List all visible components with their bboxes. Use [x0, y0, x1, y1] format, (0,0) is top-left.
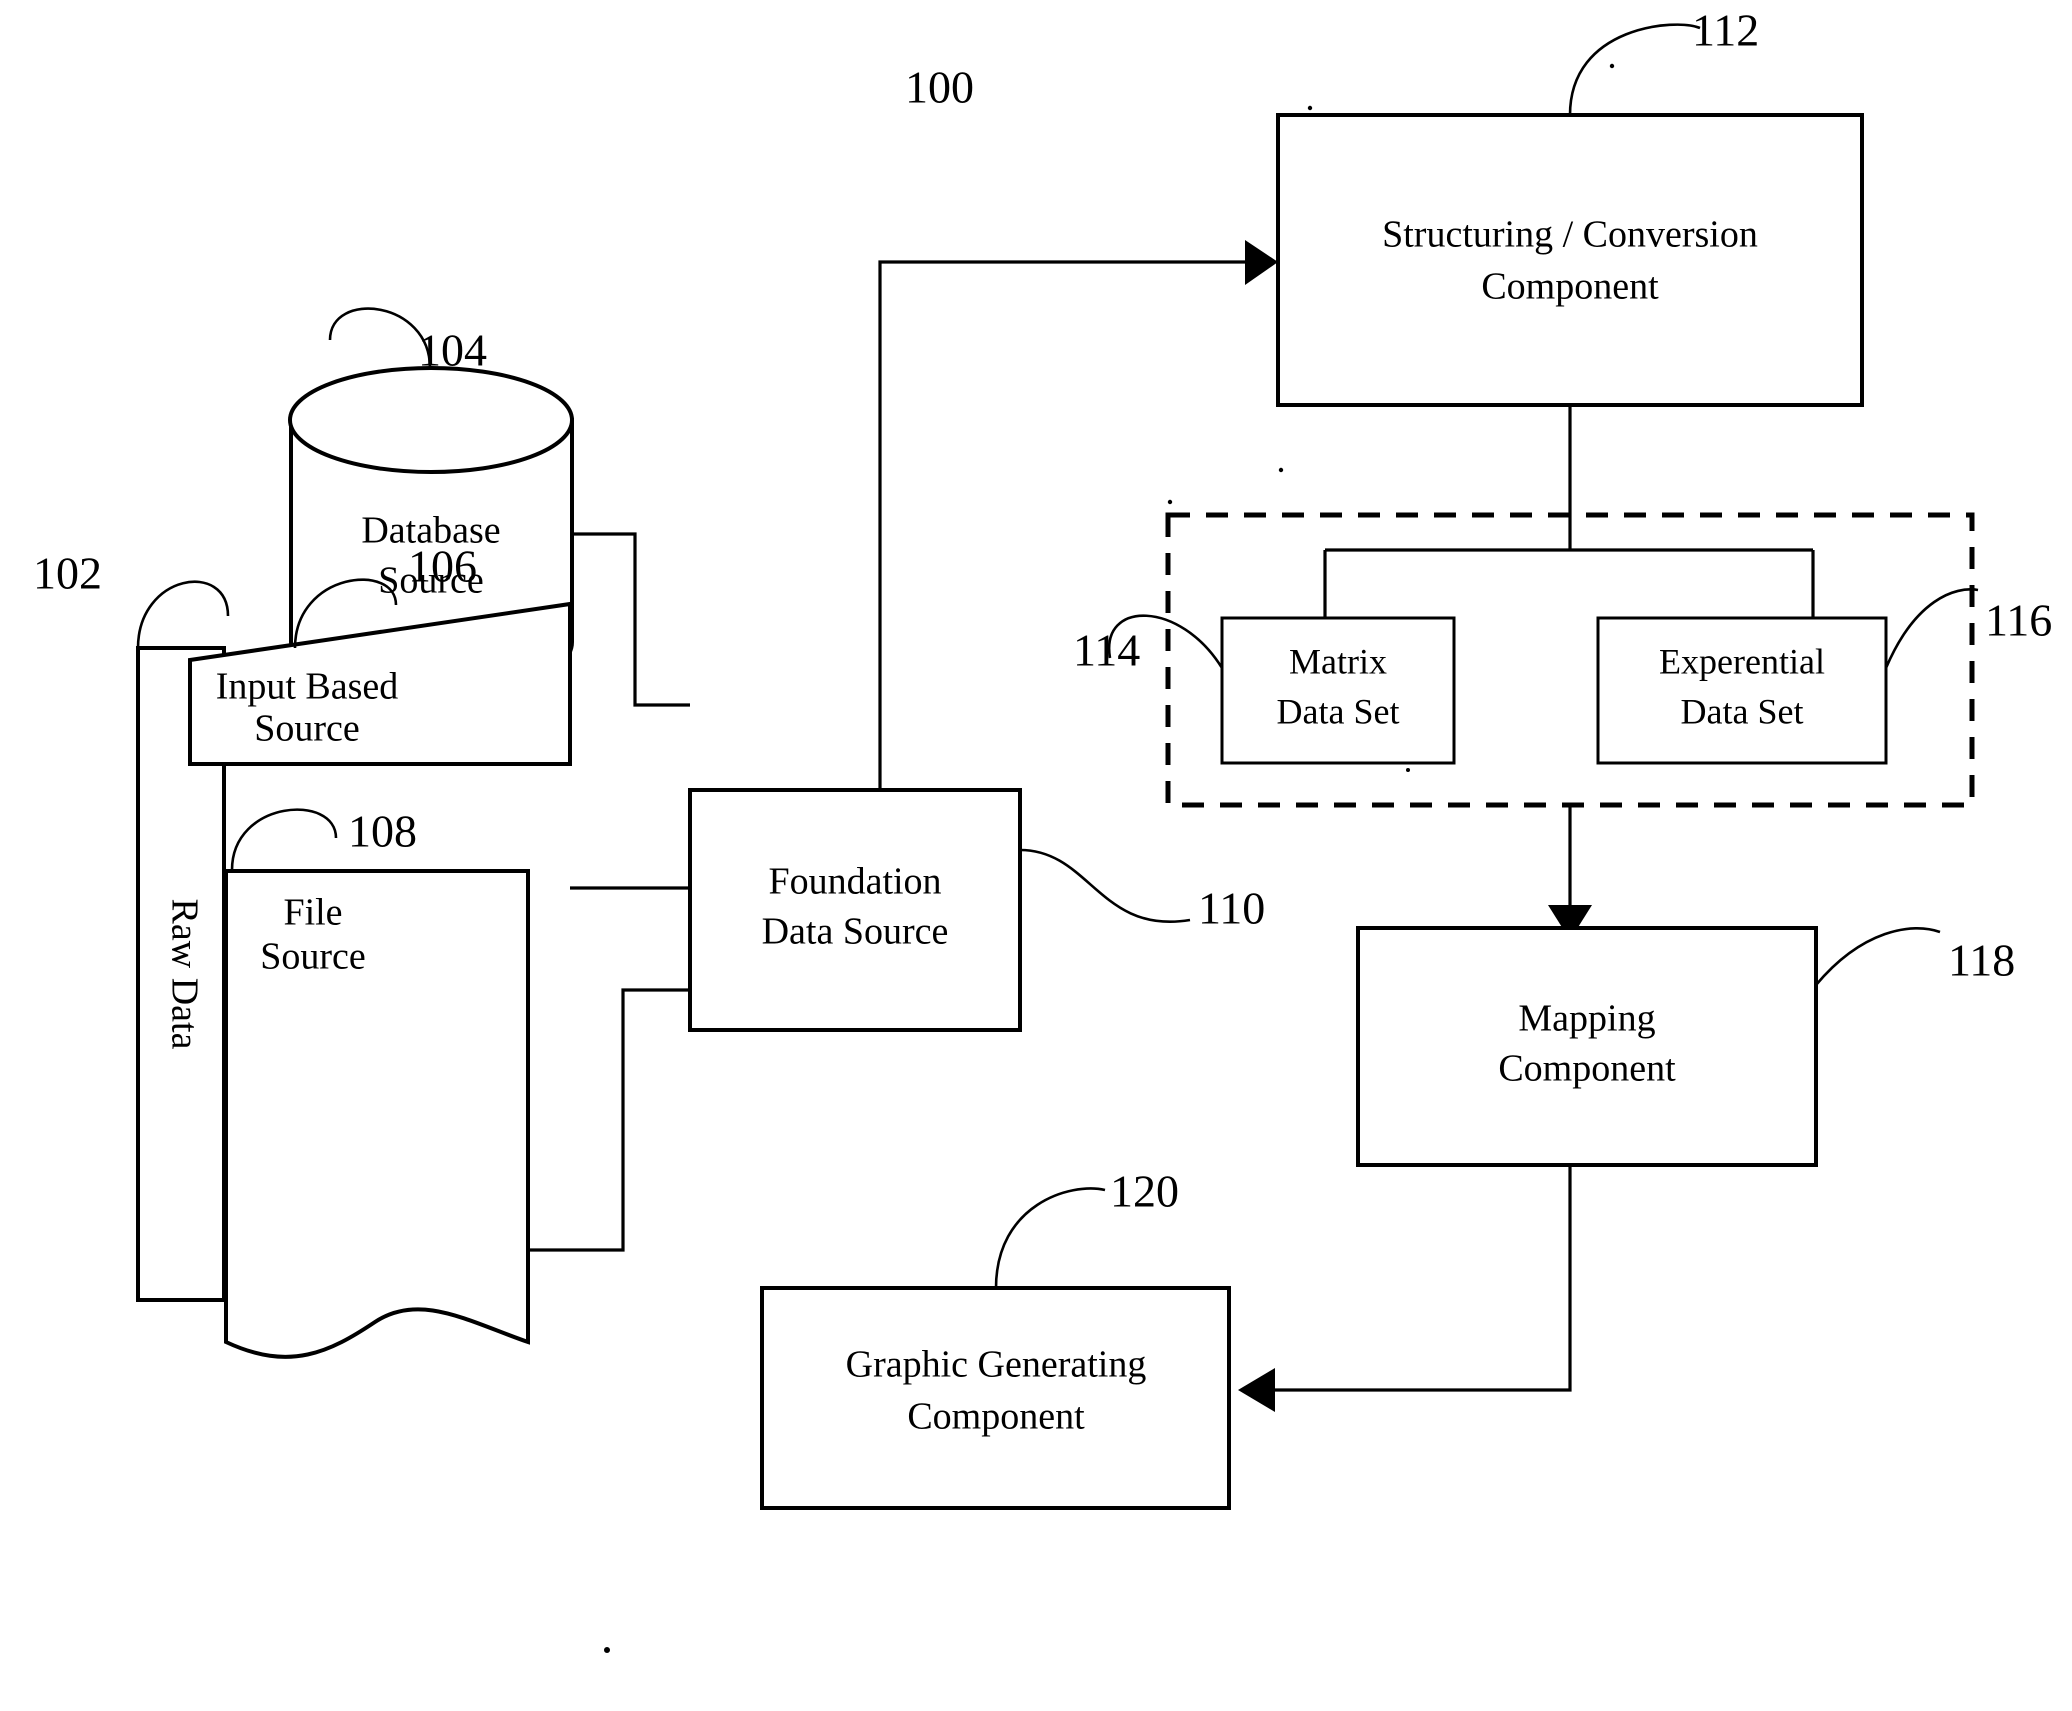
leader-line-108 [230, 808, 338, 871]
scan-speck [1278, 467, 1284, 473]
graphic-generating-label-2: Component [907, 1396, 1085, 1438]
leader-line-118 [1815, 927, 1941, 986]
connector-foundation-to-structuring [878, 260, 1245, 790]
connector-dataset-bracket [1323, 520, 1815, 620]
scan-speck [1609, 63, 1615, 69]
leader-line-104 [328, 307, 432, 369]
node-experential-data-set[interactable]: Experential Data Set [1596, 616, 1888, 765]
node-file-source[interactable]: File Source [224, 869, 530, 1359]
matrix-data-set-label-1: Matrix [1289, 641, 1387, 681]
foundation-data-source-label-1: Foundation [768, 861, 941, 903]
scan-speck [1167, 499, 1173, 505]
leader-line-110 [1019, 848, 1191, 923]
structuring-conversion-label-2: Component [1481, 266, 1659, 308]
leader-line-112 [1568, 23, 1701, 116]
input-based-source-label-1: Input Based [216, 666, 399, 708]
scan-speck [1406, 768, 1410, 772]
database-source-top-ellipse [288, 366, 574, 474]
mapping-component-shape[interactable] [1356, 926, 1818, 1167]
ref-numeral-112: 112 [1692, 5, 1759, 56]
ref-numeral-104: 104 [418, 325, 487, 376]
mapping-component-label-1: Mapping [1518, 998, 1655, 1040]
experential-data-set-label-2: Data Set [1681, 691, 1804, 731]
ref-numeral-114: 114 [1073, 625, 1140, 676]
node-graphic-generating-component[interactable]: Graphic Generating Component [760, 1286, 1231, 1510]
ref-numeral-102: 102 [33, 548, 102, 599]
file-source-label-1: File [283, 892, 342, 934]
ref-numeral-100: 100 [905, 62, 974, 113]
input-based-source-label-2: Source [254, 708, 360, 750]
ref-numeral-106: 106 [408, 541, 477, 592]
patent-figure-diagram: 100 Raw Data 102 Database Source 104 Inp… [0, 0, 2072, 1711]
experential-data-set-label-1: Experential [1659, 641, 1825, 681]
structuring-conversion-label-1: Structuring / Conversion [1382, 214, 1758, 256]
connector-database-to-foundation [572, 532, 690, 707]
leader-line-102 [136, 580, 230, 649]
ref-numeral-120: 120 [1110, 1166, 1179, 1217]
leader-line-120 [994, 1187, 1106, 1289]
scan-speck [1307, 105, 1313, 111]
matrix-data-set-label-2: Data Set [1277, 691, 1400, 731]
arrowhead-into-graphic [1238, 1368, 1275, 1412]
file-source-label-2: Source [260, 936, 366, 978]
structuring-conversion-shape[interactable] [1276, 113, 1864, 407]
node-matrix-data-set[interactable]: Matrix Data Set [1220, 616, 1456, 765]
node-foundation-data-source[interactable]: Foundation Data Source [688, 788, 1022, 1032]
node-mapping-component[interactable]: Mapping Component [1356, 926, 1818, 1167]
ref-numeral-116: 116 [1985, 595, 2052, 646]
mapping-component-label-2: Component [1498, 1048, 1676, 1090]
arrowhead-into-structuring [1245, 240, 1278, 285]
foundation-data-source-label-2: Data Source [762, 911, 949, 953]
scan-speck [604, 1647, 610, 1653]
ref-numeral-110: 110 [1198, 883, 1265, 934]
graphic-generating-label-1: Graphic Generating [846, 1344, 1147, 1386]
ref-numeral-118: 118 [1948, 935, 2015, 986]
leader-line-116 [1884, 588, 1979, 669]
raw-data-label: Raw Data [163, 899, 205, 1050]
connector-file-to-foundation [528, 988, 690, 1252]
node-structuring-conversion-component[interactable]: Structuring / Conversion Component [1276, 113, 1864, 407]
connector-mapping-to-graphic [1275, 1165, 1572, 1392]
ref-numeral-108: 108 [348, 806, 417, 857]
